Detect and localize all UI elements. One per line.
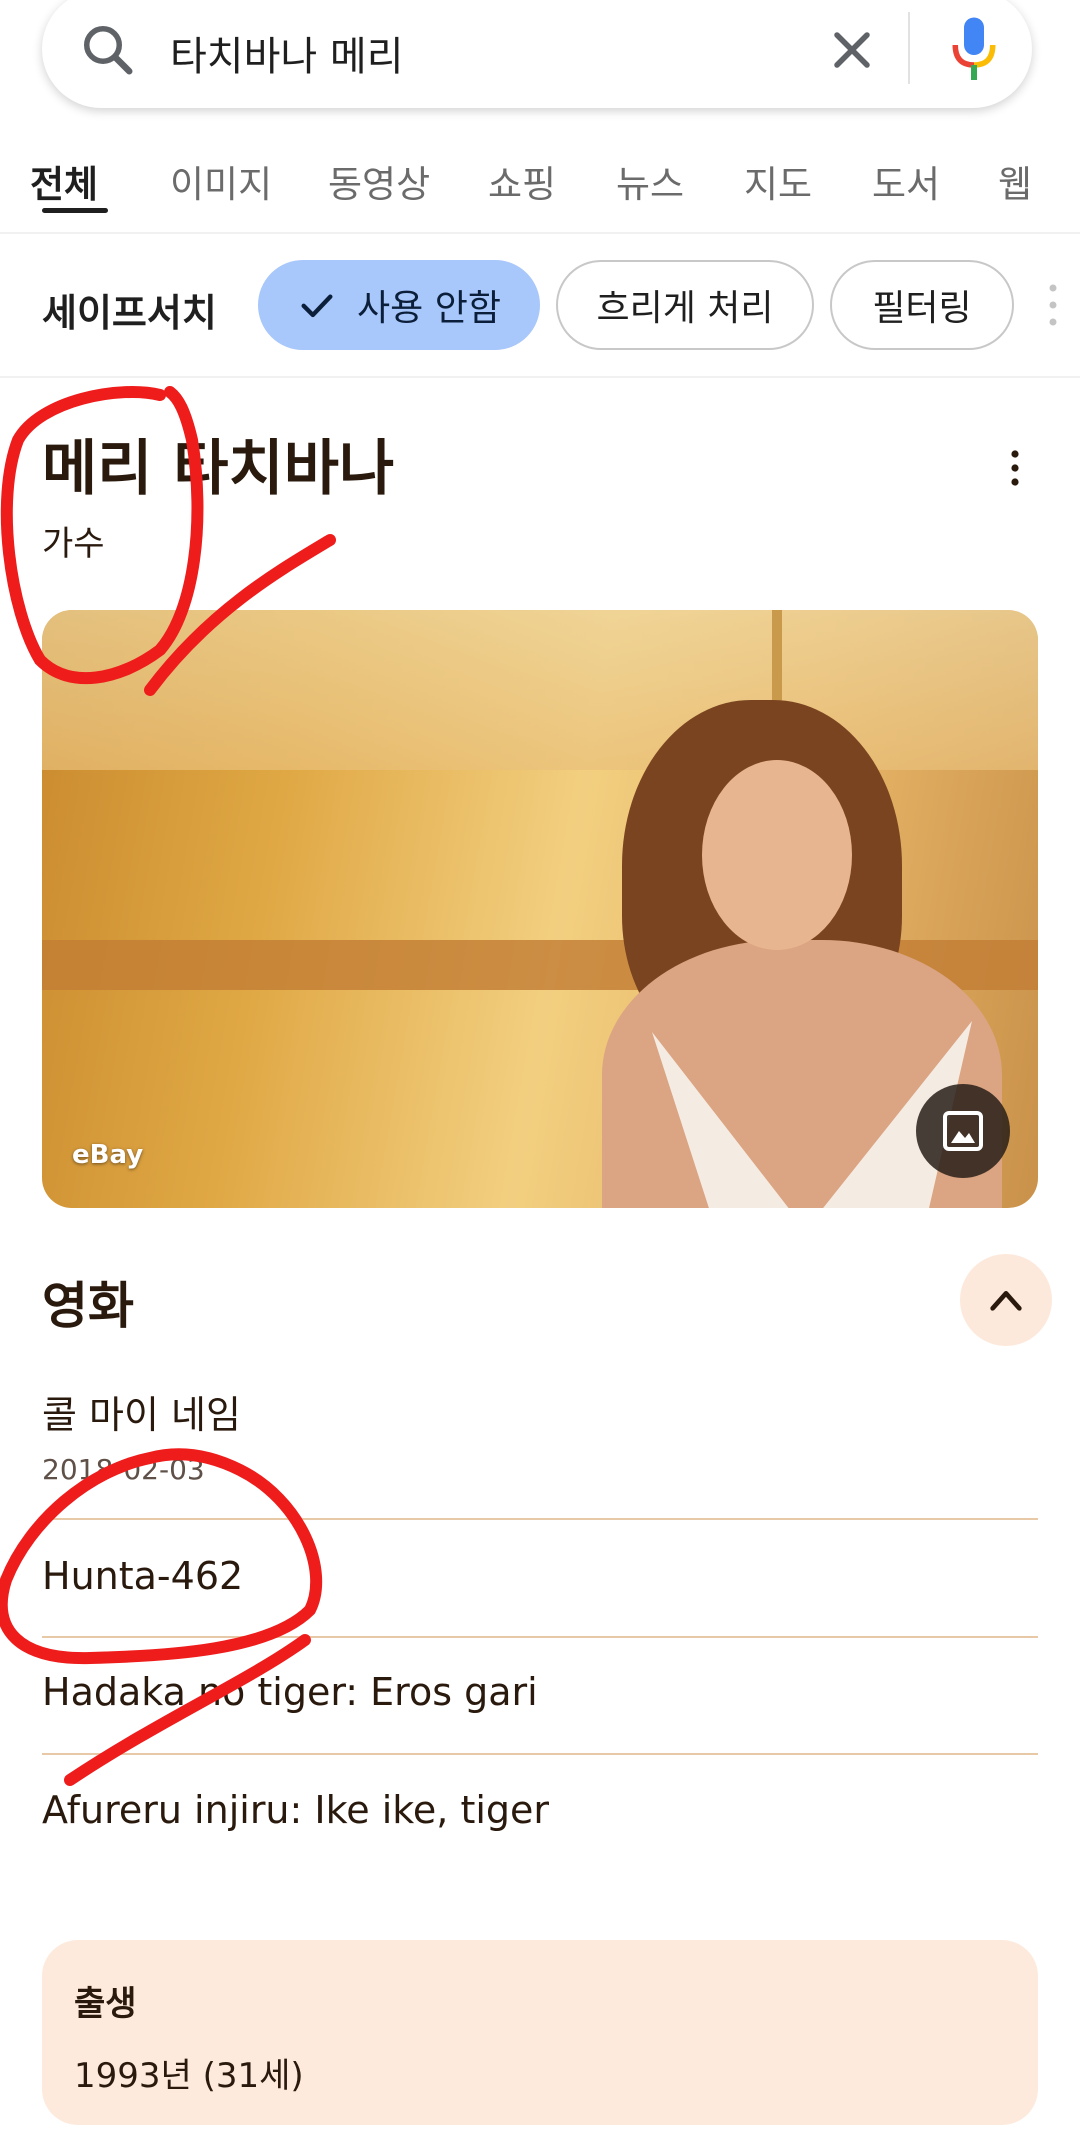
movie-title: 콜 마이 네임 xyxy=(42,1393,241,1437)
view-images-button[interactable] xyxy=(916,1084,1010,1178)
movie-item[interactable]: Hunta-462 xyxy=(42,1554,1038,1598)
movie-item[interactable]: 콜 마이 네임 2018-02-03 xyxy=(42,1384,1038,1486)
entity-title: 메리 타치바나 xyxy=(42,434,395,504)
more-options-icon[interactable] xyxy=(1048,280,1058,330)
born-label: 출생 xyxy=(74,1984,137,2024)
image-person-face xyxy=(702,760,852,950)
tabs-divider xyxy=(0,232,1080,234)
movie-title: Afureru injiru: Ike ike, tiger xyxy=(42,1788,550,1832)
close-icon[interactable] xyxy=(822,20,882,80)
collapse-movies-button[interactable] xyxy=(960,1254,1052,1346)
entity-image[interactable]: eBay xyxy=(42,610,1038,1208)
search-icon[interactable] xyxy=(78,20,138,80)
tab-all[interactable]: 전체 xyxy=(30,154,98,208)
search-tabs: 전체 이미지 동영상 쇼핑 뉴스 지도 도서 웹 xyxy=(0,140,1080,230)
tab-images[interactable]: 이미지 xyxy=(170,154,272,208)
entity-subtitle: 가수 xyxy=(42,524,105,564)
safesearch-off-chip[interactable]: 사용 안함 xyxy=(258,260,540,350)
safesearch-blur-label: 흐리게 처리 xyxy=(596,288,774,329)
safesearch-label: 세이프서치 xyxy=(42,291,217,335)
movie-divider xyxy=(42,1753,1038,1755)
chevron-up-icon xyxy=(990,1291,1022,1311)
tab-videos[interactable]: 동영상 xyxy=(328,154,430,208)
movies-heading: 영화 xyxy=(42,1277,134,1335)
search-divider xyxy=(908,12,910,84)
safesearch-divider xyxy=(0,376,1080,378)
movie-date: 2018-02-03 xyxy=(42,1453,205,1486)
safesearch-blur-chip[interactable]: 흐리게 처리 xyxy=(556,260,814,350)
active-tab-indicator xyxy=(42,208,108,213)
born-card[interactable]: 출생 1993년 (31세) xyxy=(42,1940,1038,2125)
movie-title: Hunta-462 xyxy=(42,1554,244,1598)
safesearch-filter-label: 필터링 xyxy=(872,288,972,329)
tab-shopping[interactable]: 쇼핑 xyxy=(488,154,556,208)
safesearch-filter-chip[interactable]: 필터링 xyxy=(830,260,1014,350)
check-icon xyxy=(301,294,333,318)
safesearch-off-label: 사용 안함 xyxy=(357,288,501,329)
microphone-icon[interactable] xyxy=(944,12,1004,88)
tab-web[interactable]: 웹 xyxy=(998,154,1032,208)
movie-title: Hadaka no tiger: Eros gari xyxy=(42,1670,538,1714)
movie-item[interactable]: Afureru injiru: Ike ike, tiger xyxy=(42,1788,1038,1832)
tab-news[interactable]: 뉴스 xyxy=(616,154,684,208)
born-value: 1993년 (31세) xyxy=(74,2056,304,2096)
movie-divider xyxy=(42,1518,1038,1520)
movie-divider xyxy=(42,1636,1038,1638)
tab-books[interactable]: 도서 xyxy=(872,154,940,208)
image-background xyxy=(42,610,1038,770)
more-vert-icon[interactable] xyxy=(1000,448,1030,488)
movie-item[interactable]: Hadaka no tiger: Eros gari xyxy=(42,1670,1038,1714)
search-input[interactable]: 타치바나 메리 xyxy=(170,24,404,82)
image-source-label[interactable]: eBay xyxy=(72,1140,143,1170)
image-icon xyxy=(943,1111,983,1151)
tab-maps[interactable]: 지도 xyxy=(744,154,812,208)
search-bar[interactable]: 타치바나 메리 xyxy=(42,0,1032,108)
